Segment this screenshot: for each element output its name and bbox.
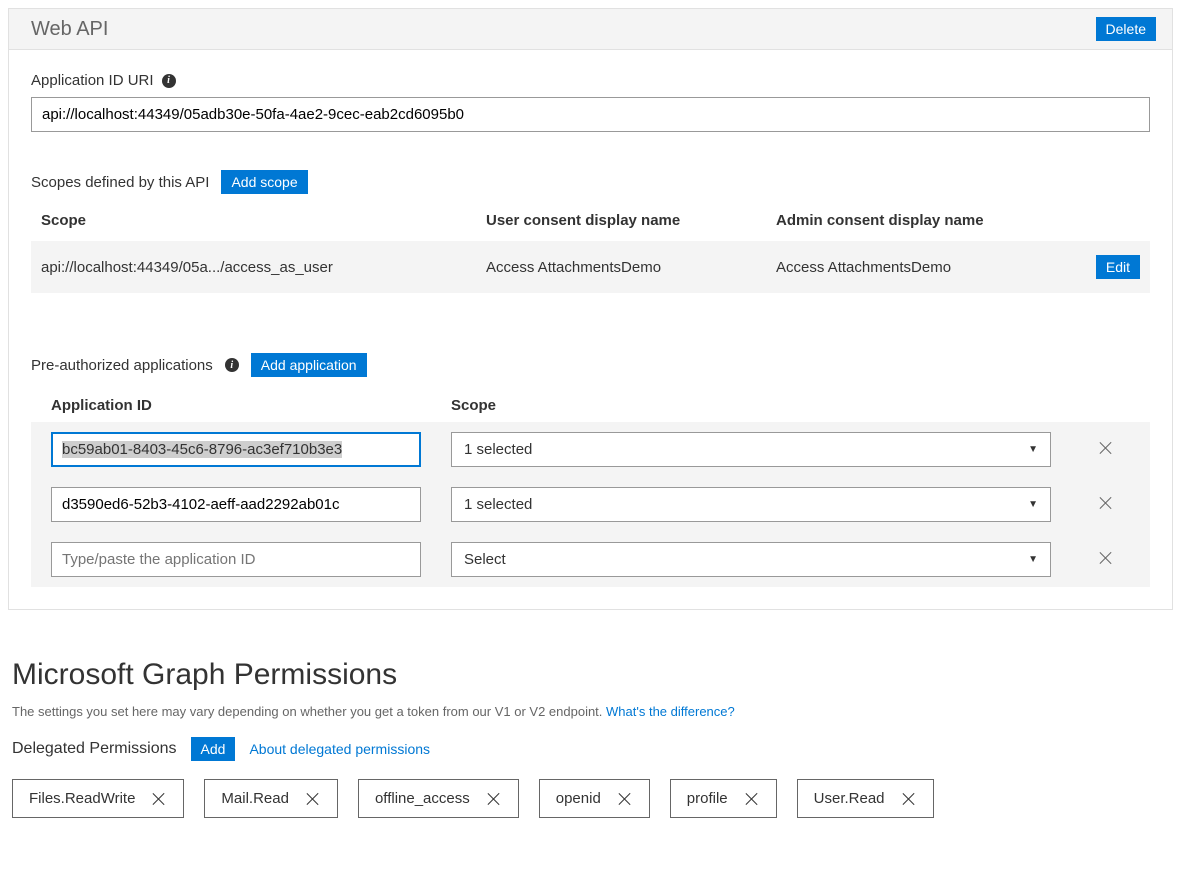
scopes-table-row: api://localhost:44349/05a.../access_as_u…	[31, 241, 1150, 293]
preauth-heading: Pre-authorized applications	[31, 357, 213, 374]
chip-label: openid	[556, 790, 601, 807]
app-id-input[interactable]	[51, 542, 421, 577]
remove-permission-icon[interactable]	[744, 791, 760, 807]
remove-permission-icon[interactable]	[901, 791, 917, 807]
chip-label: User.Read	[814, 790, 885, 807]
permission-chip: profile	[670, 779, 777, 818]
preauth-header: Application ID Scope	[31, 387, 1150, 422]
chip-label: offline_access	[375, 790, 470, 807]
remove-icon[interactable]	[1098, 550, 1114, 566]
preauth-heading-row: Pre-authorized applications i Add applic…	[31, 353, 1150, 377]
app-id-uri-input[interactable]	[31, 97, 1150, 132]
permission-chip: User.Read	[797, 779, 934, 818]
add-application-button[interactable]: Add application	[251, 353, 367, 377]
whats-the-difference-link[interactable]: What's the difference?	[606, 704, 735, 719]
info-icon[interactable]: i	[162, 74, 176, 88]
remove-permission-icon[interactable]	[617, 791, 633, 807]
remove-permission-icon[interactable]	[486, 791, 502, 807]
permission-chip: offline_access	[358, 779, 519, 818]
delete-button[interactable]: Delete	[1096, 17, 1156, 41]
admin-consent-value: Access AttachmentsDemo	[776, 259, 1070, 276]
scopes-heading: Scopes defined by this API	[31, 174, 209, 191]
chevron-down-icon: ▼	[1028, 499, 1038, 510]
card-body: Application ID URI i Scopes defined by t…	[9, 50, 1172, 609]
graph-heading: Microsoft Graph Permissions	[12, 658, 1169, 692]
chip-label: Files.ReadWrite	[29, 790, 135, 807]
permission-chips: Files.ReadWrite Mail.Read offline_access…	[12, 779, 1169, 818]
dropdown-value: Select	[464, 551, 506, 568]
app-id-uri-label: Application ID URI	[31, 72, 154, 89]
card-title: Web API	[31, 18, 108, 41]
graph-permissions-section: Microsoft Graph Permissions The settings…	[0, 618, 1181, 838]
scope-dropdown[interactable]: Select ▼	[451, 542, 1051, 577]
edit-scope-button[interactable]: Edit	[1096, 255, 1140, 279]
remove-icon[interactable]	[1098, 440, 1114, 456]
chip-label: profile	[687, 790, 728, 807]
web-api-card: Web API Delete Application ID URI i Scop…	[8, 8, 1173, 610]
add-scope-button[interactable]: Add scope	[221, 170, 307, 194]
preauth-row: Select ▼	[31, 532, 1150, 587]
col-admin-consent: Admin consent display name	[776, 212, 1070, 229]
remove-permission-icon[interactable]	[151, 791, 167, 807]
remove-permission-icon[interactable]	[305, 791, 321, 807]
remove-icon[interactable]	[1098, 495, 1114, 511]
col-app-id: Application ID	[51, 397, 451, 414]
about-delegated-link[interactable]: About delegated permissions	[249, 741, 430, 757]
preauth-row: bc59ab01-8403-45c6-8796-ac3ef710b3e3 1 s…	[31, 422, 1150, 477]
col-scope: Scope	[41, 212, 486, 229]
col-user-consent: User consent display name	[486, 212, 776, 229]
dropdown-value: 1 selected	[464, 441, 532, 458]
col-scope: Scope	[451, 397, 1030, 414]
delegated-permissions-row: Delegated Permissions Add About delegate…	[12, 737, 1169, 761]
permission-chip: Mail.Read	[204, 779, 338, 818]
chevron-down-icon: ▼	[1028, 554, 1038, 565]
dropdown-value: 1 selected	[464, 496, 532, 513]
chip-label: Mail.Read	[221, 790, 289, 807]
scope-value: api://localhost:44349/05a.../access_as_u…	[41, 259, 486, 276]
app-id-uri-label-row: Application ID URI i	[31, 72, 1150, 89]
app-id-input[interactable]: bc59ab01-8403-45c6-8796-ac3ef710b3e3	[51, 432, 421, 467]
preauth-row: 1 selected ▼	[31, 477, 1150, 532]
graph-subtext: The settings you set here may vary depen…	[12, 704, 1169, 719]
scope-dropdown[interactable]: 1 selected ▼	[451, 487, 1051, 522]
scope-dropdown[interactable]: 1 selected ▼	[451, 432, 1051, 467]
info-icon[interactable]: i	[225, 358, 239, 372]
permission-chip: Files.ReadWrite	[12, 779, 184, 818]
scopes-table-header: Scope User consent display name Admin co…	[31, 204, 1150, 241]
delegated-permissions-label: Delegated Permissions	[12, 740, 177, 758]
permission-chip: openid	[539, 779, 650, 818]
preauth-table: Application ID Scope bc59ab01-8403-45c6-…	[31, 387, 1150, 587]
user-consent-value: Access AttachmentsDemo	[486, 259, 776, 276]
scopes-table: Scope User consent display name Admin co…	[31, 204, 1150, 293]
card-header: Web API Delete	[9, 9, 1172, 50]
scopes-heading-row: Scopes defined by this API Add scope	[31, 170, 1150, 194]
app-id-input[interactable]	[51, 487, 421, 522]
add-permission-button[interactable]: Add	[191, 737, 236, 761]
chevron-down-icon: ▼	[1028, 444, 1038, 455]
